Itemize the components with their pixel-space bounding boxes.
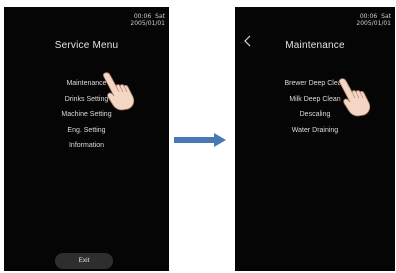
menu-item-milk-deep-clean[interactable]: Milk Deep Clean <box>235 92 395 108</box>
maintenance-menu-list: Brewer Deep Clean Milk Deep Clean Descal… <box>235 76 395 138</box>
clock-time: 00:06 <box>359 13 378 20</box>
clock-day: Sat <box>381 13 391 20</box>
menu-item-information[interactable]: Information <box>4 138 169 154</box>
maintenance-screen: 00:06 Sat 2005/01/01 Maintenance Brewer D… <box>235 7 395 271</box>
clock-date: 2005/01/01 <box>356 20 391 27</box>
page-title: Service Menu <box>54 40 119 51</box>
menu-item-maintenance[interactable]: Maintenance <box>4 76 169 92</box>
service-menu-list: Maintenance Drinks Setting Machine Setti… <box>4 76 169 154</box>
status-clock: 00:06 Sat 2005/01/01 <box>356 13 391 27</box>
right-arrow-icon <box>174 133 226 152</box>
exit-button[interactable]: Exit <box>55 253 113 269</box>
clock-date: 2005/01/01 <box>130 20 165 27</box>
clock-day: Sat <box>155 13 165 20</box>
menu-item-descaling[interactable]: Descaling <box>235 107 395 123</box>
page-title: Maintenance <box>285 40 345 51</box>
clock-time: 00:06 <box>133 13 152 20</box>
menu-item-water-draining[interactable]: Water Draining <box>235 123 395 139</box>
menu-item-machine-setting[interactable]: Machine Setting <box>4 107 169 123</box>
menu-item-brewer-deep-clean[interactable]: Brewer Deep Clean <box>235 76 395 92</box>
menu-item-drinks-setting[interactable]: Drinks Setting <box>4 92 169 108</box>
status-clock: 00:06 Sat 2005/01/01 <box>130 13 165 27</box>
figure: 00:06 Sat 2005/01/01 Service Menu Mainten… <box>0 0 396 273</box>
service-menu-screen: 00:06 Sat 2005/01/01 Service Menu Mainten… <box>4 7 169 271</box>
menu-item-eng-setting[interactable]: Eng. Setting <box>4 123 169 139</box>
